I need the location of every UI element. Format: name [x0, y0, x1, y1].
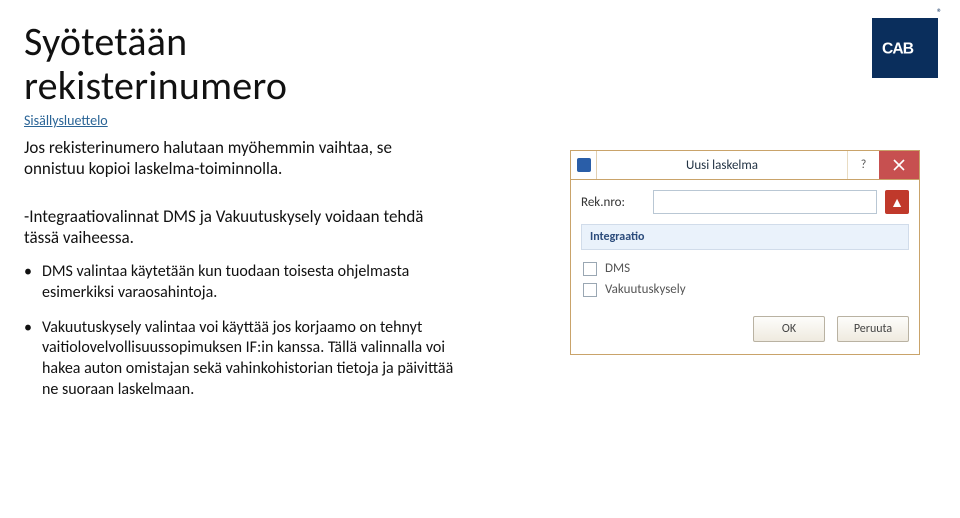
cab-logo-icon: CAB	[882, 34, 928, 62]
reknro-label: Rek.nro:	[581, 195, 653, 210]
dialog-title: Uusi laskelma	[597, 151, 847, 179]
new-calculation-dialog: Uusi laskelma ? Rek.nro: ▲ Integraatio D…	[570, 150, 920, 355]
cancel-button[interactable]: Peruuta	[837, 316, 909, 342]
registered-mark: ®	[937, 6, 942, 19]
checkbox-icon	[583, 262, 597, 276]
ok-button[interactable]: OK	[753, 316, 825, 342]
close-button[interactable]	[879, 151, 919, 179]
close-icon	[893, 159, 905, 171]
integration-section-header: Integraatio	[581, 224, 909, 250]
page-title-line2: rekisterinumero	[24, 61, 287, 110]
vakuutuskysely-checkbox-row[interactable]: Vakuutuskysely	[581, 279, 909, 300]
list-item: Vakuutuskysely valintaa voi käyttää jos …	[24, 318, 454, 401]
help-button[interactable]: ?	[847, 151, 879, 179]
vakuutuskysely-option-label: Vakuutuskysely	[605, 282, 686, 297]
page-title-line1: Syötetään	[24, 17, 187, 66]
alert-icon: ▲	[885, 190, 909, 214]
svg-text:CAB: CAB	[882, 41, 914, 58]
bullet-list: DMS valintaa käytetään kun tuodaan toise…	[24, 262, 454, 401]
section-note: -Integraatiovalinnat DMS ja Vakuutuskyse…	[24, 206, 444, 249]
checkbox-icon	[583, 283, 597, 297]
toc-link[interactable]: Sisällysluettelo	[24, 112, 936, 129]
list-item: DMS valintaa käytetään kun tuodaan toise…	[24, 262, 454, 304]
dms-checkbox-row[interactable]: DMS	[581, 258, 909, 279]
brand-logo: ® CAB	[872, 18, 938, 78]
reknro-input[interactable]	[653, 190, 877, 214]
dialog-titlebar: Uusi laskelma ?	[570, 150, 920, 180]
lead-paragraph: Jos rekisterinumero halutaan myöhemmin v…	[24, 137, 444, 180]
app-icon	[571, 151, 597, 179]
dms-option-label: DMS	[605, 261, 630, 276]
